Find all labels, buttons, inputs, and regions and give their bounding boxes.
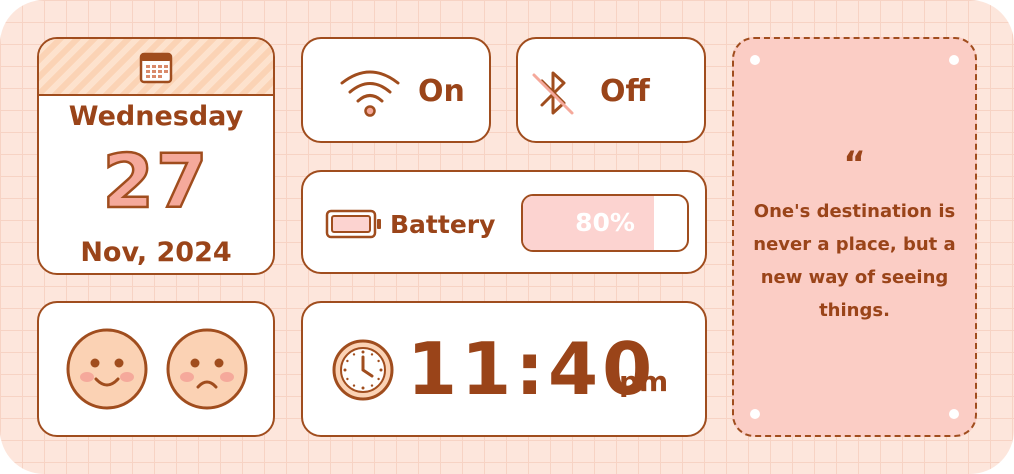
widget-board: Wednesday 27 Nov, 2024 On Off Battery 80…	[0, 0, 1014, 474]
corner-dot	[750, 55, 760, 65]
battery-icon	[325, 209, 381, 239]
corner-dot	[949, 55, 959, 65]
calendar-day: 27	[101, 138, 210, 227]
bluetooth-status: Off	[600, 74, 650, 109]
battery-percent: 80%	[575, 208, 635, 237]
calendar-month-year: Nov, 2024	[80, 237, 232, 268]
wifi-toggle[interactable]: On	[301, 37, 491, 143]
corner-dot	[750, 409, 760, 419]
sad-face-icon[interactable]	[165, 327, 249, 411]
bluetooth-toggle[interactable]: Off	[516, 37, 706, 143]
wifi-status: On	[418, 74, 465, 109]
bluetooth-off-icon	[532, 71, 574, 115]
battery-label: Battery	[390, 210, 496, 239]
clock-period: pm	[619, 365, 669, 398]
calendar-widget: Wednesday 27 Nov, 2024	[37, 37, 275, 275]
battery-level-bar: 80%	[521, 194, 689, 252]
calendar-weekday: Wednesday	[68, 101, 244, 132]
happy-face-icon[interactable]	[65, 327, 149, 411]
quote-mark: “	[843, 144, 866, 184]
clock-widget: 11:40 pm	[301, 301, 707, 437]
corner-dot	[949, 409, 959, 419]
mood-widget	[37, 301, 275, 437]
quote-text: One's destination is never a place, but …	[753, 201, 956, 321]
quote-widget: “ One's destination is never a place, bu…	[732, 37, 977, 437]
clock-icon	[332, 339, 394, 401]
calendar-header	[39, 39, 273, 96]
wifi-icon	[340, 70, 400, 117]
battery-widget: Battery 80%	[301, 170, 707, 274]
calendar-icon	[139, 52, 173, 84]
